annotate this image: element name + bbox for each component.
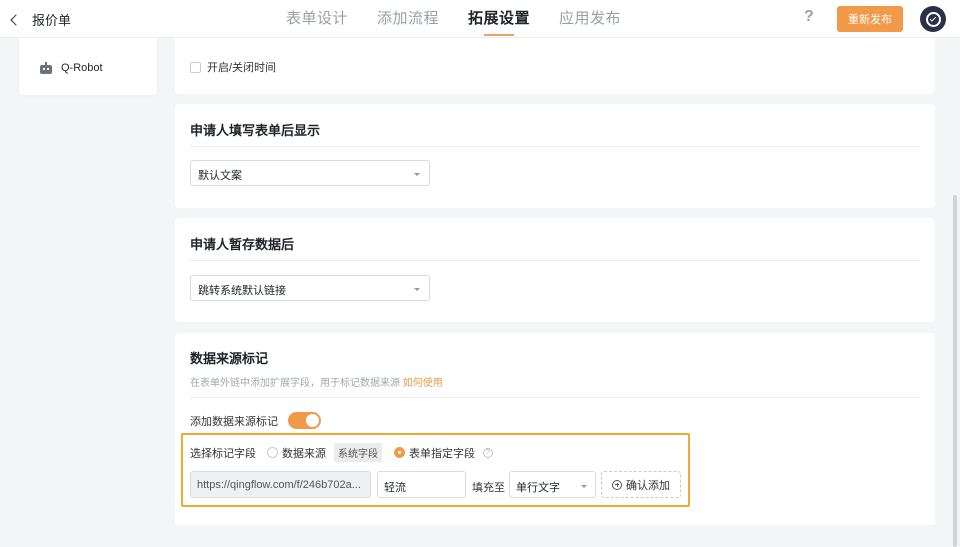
tab-app-publish[interactable]: 应用发布 bbox=[559, 0, 621, 38]
source-toggle-row: 添加数据来源标记 bbox=[190, 412, 321, 429]
option-data-source-label: 数据来源 bbox=[282, 447, 326, 460]
source-toggle-switch[interactable] bbox=[288, 412, 321, 429]
form-url-field[interactable]: https://qingflow.com/f/246b702a... bbox=[190, 471, 371, 498]
chevron-left-icon bbox=[10, 13, 22, 26]
caret-down-icon bbox=[581, 485, 587, 488]
field-selection-label: 选择标记字段 bbox=[190, 447, 256, 460]
after-save-card: 申请人暂存数据后 跳转系统默认链接 bbox=[175, 218, 935, 322]
confirm-add-button[interactable]: 确认添加 bbox=[601, 471, 681, 498]
avatar[interactable] bbox=[920, 6, 946, 32]
data-source-description: 在表单外链中添加扩展字段，用于标记数据来源 如何使用 bbox=[190, 374, 443, 389]
confirm-add-label: 确认添加 bbox=[626, 479, 670, 492]
radio-form-field[interactable] bbox=[394, 447, 405, 458]
after-save-title: 申请人暂存数据后 bbox=[190, 237, 295, 252]
how-to-use-link[interactable]: 如何使用 bbox=[403, 378, 443, 389]
top-bar: 报价单 表单设计 添加流程 拓展设置 应用发布 ? 重新发布 bbox=[0, 0, 960, 38]
field-mapping-row: https://qingflow.com/f/246b702a... 轻流 填充… bbox=[190, 471, 681, 499]
option-form-field[interactable]: 表单指定字段 bbox=[394, 445, 475, 461]
republish-button[interactable]: 重新发布 bbox=[837, 6, 903, 32]
after-save-select-value: 跳转系统默认链接 bbox=[198, 285, 286, 297]
back-button[interactable]: 报价单 bbox=[10, 10, 72, 29]
field-type-select[interactable]: 单行文字 bbox=[509, 471, 596, 498]
time-settings-card: 开启/关闭时间 bbox=[175, 38, 935, 94]
question-circle-icon[interactable]: ? bbox=[483, 447, 493, 458]
tab-extension-settings[interactable]: 拓展设置 bbox=[468, 0, 530, 38]
option-data-source[interactable]: 数据来源 bbox=[267, 445, 326, 461]
tab-add-workflow[interactable]: 添加流程 bbox=[377, 0, 439, 38]
data-source-title: 数据来源标记 bbox=[190, 351, 269, 366]
source-toggle-label: 添加数据来源标记 bbox=[190, 415, 278, 428]
after-submit-title: 申请人填写表单后显示 bbox=[190, 123, 321, 138]
scrollbar[interactable] bbox=[953, 195, 957, 547]
time-checkbox-label: 开启/关闭时间 bbox=[207, 62, 277, 74]
sidebar-card: Q-Robot bbox=[19, 38, 157, 95]
sidebar-item-q-robot[interactable]: Q-Robot bbox=[39, 62, 103, 74]
toggle-time-checkbox-row[interactable]: 开启/关闭时间 bbox=[190, 59, 276, 75]
field-type-value: 单行文字 bbox=[516, 482, 560, 494]
divider bbox=[190, 146, 920, 147]
divider bbox=[190, 397, 920, 398]
plus-circle-icon bbox=[612, 479, 622, 490]
after-submit-select[interactable]: 默认文案 bbox=[190, 160, 430, 186]
system-field-tag: 系统字段 bbox=[334, 443, 382, 462]
source-field-config: 选择标记字段 数据来源 系统字段 表单指定字段 ? https://qingfl… bbox=[181, 433, 690, 507]
robot-icon bbox=[39, 62, 53, 74]
sidebar-item-label: Q-Robot bbox=[61, 62, 103, 74]
radio-data-source[interactable] bbox=[267, 447, 278, 458]
caret-down-icon bbox=[414, 173, 420, 176]
main-tabs: 表单设计 添加流程 拓展设置 应用发布 bbox=[286, 0, 650, 38]
app-title: 报价单 bbox=[32, 13, 72, 28]
divider bbox=[190, 260, 920, 261]
after-submit-card: 申请人填写表单后显示 默认文案 bbox=[175, 104, 935, 208]
caret-down-icon bbox=[414, 288, 420, 291]
source-value-input[interactable]: 轻流 bbox=[377, 471, 466, 498]
check-circle-icon bbox=[925, 11, 941, 27]
after-submit-select-value: 默认文案 bbox=[198, 170, 242, 182]
tab-form-design[interactable]: 表单设计 bbox=[286, 0, 348, 38]
field-selection-row: 选择标记字段 数据来源 系统字段 表单指定字段 ? bbox=[190, 443, 493, 462]
after-save-select[interactable]: 跳转系统默认链接 bbox=[190, 275, 430, 301]
time-checkbox[interactable] bbox=[190, 61, 201, 73]
option-form-field-label: 表单指定字段 bbox=[409, 447, 475, 460]
help-icon[interactable]: ? bbox=[804, 8, 814, 26]
description-text: 在表单外链中添加扩展字段，用于标记数据来源 bbox=[190, 378, 400, 389]
fill-to-label: 填充至 bbox=[472, 482, 505, 494]
